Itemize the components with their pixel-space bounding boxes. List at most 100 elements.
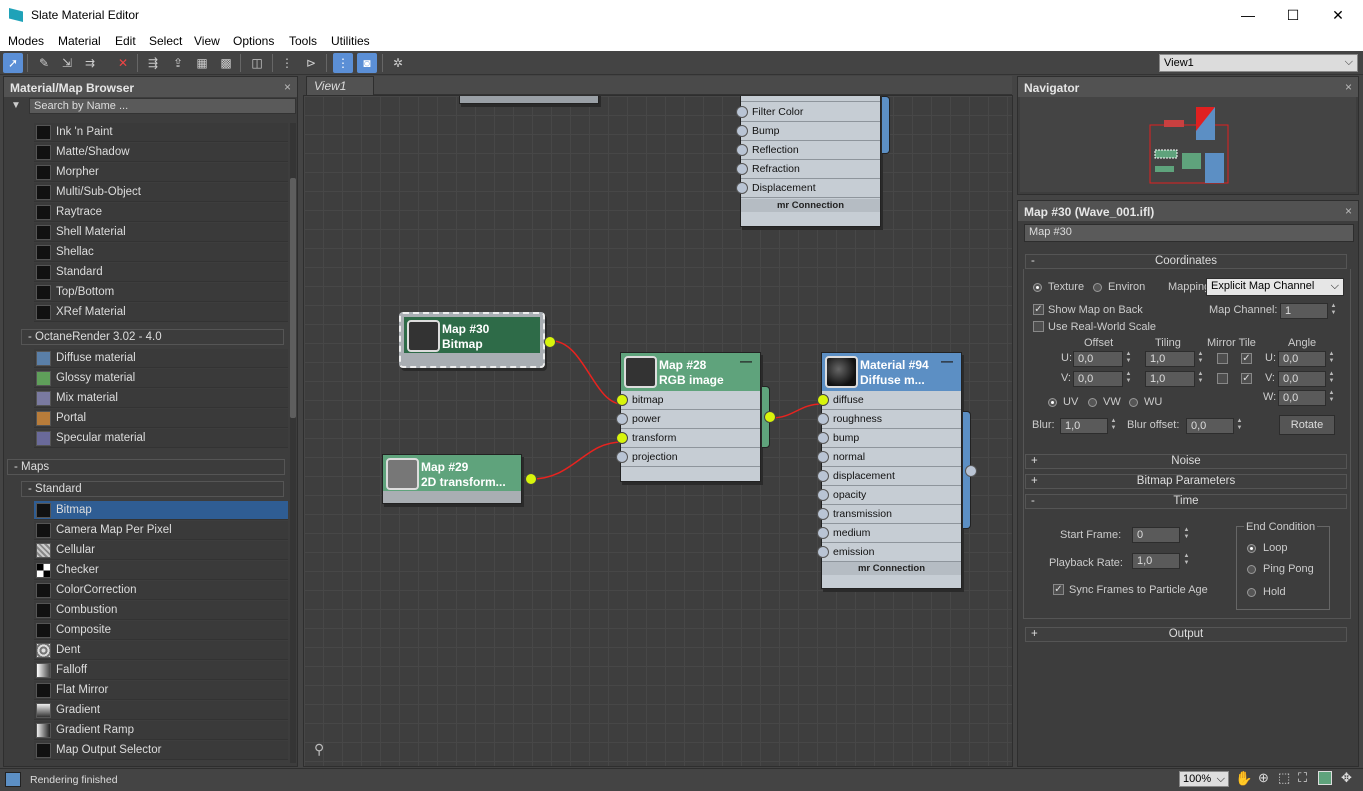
navigator-view[interactable] <box>1020 97 1356 192</box>
render-icon[interactable]: ✲ <box>388 53 408 73</box>
zoom-region-icon[interactable]: ⬚ <box>1278 770 1290 786</box>
list-item[interactable]: Ink 'n Paint <box>34 123 288 142</box>
blur-offset-field[interactable]: 0,0 <box>1186 418 1234 434</box>
list-item[interactable]: Top/Bottom <box>34 283 288 302</box>
node-map30[interactable]: Map #30 Bitmap <box>399 312 556 368</box>
slot-displacement[interactable]: displacement <box>817 467 961 486</box>
group-maps[interactable]: - Maps <box>7 459 285 475</box>
input-pin[interactable] <box>817 432 829 444</box>
spinner-icon[interactable]: ▲ ▼ <box>1182 527 1191 543</box>
list-item[interactable]: Camera Map Per Pixel <box>34 521 288 540</box>
list-item[interactable]: Composite <box>34 621 288 640</box>
menu-tools[interactable]: Tools <box>289 34 317 48</box>
show-map-checkbox[interactable]: ✓ <box>1033 304 1044 315</box>
minimize-node-icon[interactable]: — <box>740 354 752 368</box>
select-by-material-icon[interactable]: ◙ <box>357 53 377 73</box>
options-triangle-icon[interactable]: ▼ <box>11 100 21 111</box>
list-item[interactable]: ColorCorrection <box>34 581 288 600</box>
minimize-button[interactable]: — <box>1238 6 1258 24</box>
hold-radio[interactable] <box>1247 588 1256 597</box>
input-pin[interactable] <box>817 451 829 463</box>
input-pin[interactable] <box>817 546 829 558</box>
environ-radio[interactable] <box>1093 283 1102 292</box>
v-angle-field[interactable]: 0,0 <box>1278 371 1326 387</box>
put-to-scene-icon[interactable]: ⇲ <box>57 53 77 73</box>
slot-transmission[interactable]: transmission <box>817 505 961 524</box>
close-icon[interactable]: × <box>1345 204 1352 218</box>
slot-bitmap[interactable]: bitmap <box>616 391 760 410</box>
layout-vertical-icon[interactable]: ⋮ <box>277 53 297 73</box>
list-item[interactable]: Portal <box>34 409 288 428</box>
list-item[interactable]: Gradient <box>34 701 288 720</box>
spinner-icon[interactable]: ▲ ▼ <box>1327 351 1336 367</box>
u-tile-checkbox[interactable]: ✓ <box>1241 353 1252 364</box>
zoom-icon[interactable]: ⊕ <box>1258 770 1269 786</box>
slot-bump[interactable]: bump <box>817 429 961 448</box>
list-item[interactable]: Standard <box>34 263 288 282</box>
v-tiling-field[interactable]: 1,0 <box>1145 371 1195 387</box>
spinner-icon[interactable]: ▲ ▼ <box>1196 351 1205 367</box>
spinner-icon[interactable]: ▲ ▼ <box>1329 303 1338 319</box>
input-pin[interactable] <box>817 489 829 501</box>
ping-pong-radio[interactable] <box>1247 565 1256 574</box>
output-pin[interactable] <box>525 473 537 485</box>
background-icon[interactable]: ▩ <box>216 53 236 73</box>
spinner-icon[interactable]: ▲ ▼ <box>1124 351 1133 367</box>
partial-node[interactable] <box>459 96 599 104</box>
list-item[interactable]: Morpher <box>34 163 288 182</box>
list-item[interactable]: Shell Material <box>34 223 288 242</box>
slot-reflection[interactable]: Reflection <box>736 141 880 160</box>
list-item[interactable]: Mix material <box>34 389 288 408</box>
slot-medium[interactable]: medium <box>817 524 961 543</box>
slot-displacement[interactable]: Displacement <box>736 179 880 198</box>
slot-refraction[interactable]: Refraction <box>736 160 880 179</box>
spinner-icon[interactable]: ▲ ▼ <box>1327 390 1336 406</box>
menu-material[interactable]: Material <box>58 34 101 48</box>
menu-select[interactable]: Select <box>149 34 182 48</box>
zoom-selected-icon[interactable] <box>1318 771 1332 785</box>
list-item[interactable]: Shellac <box>34 243 288 262</box>
list-item[interactable]: Glossy material <box>34 369 288 388</box>
u-mirror-checkbox[interactable] <box>1217 353 1228 364</box>
show-map-icon[interactable]: ▦ <box>192 53 212 73</box>
list-item[interactable]: Diffuse material <box>34 349 288 368</box>
spinner-icon[interactable]: ▲ ▼ <box>1327 371 1336 387</box>
move-children-icon[interactable]: ⇶ <box>143 53 163 73</box>
slot-normal[interactable]: normal <box>817 448 961 467</box>
rollout-output[interactable]: + Output <box>1025 627 1347 642</box>
close-icon[interactable]: × <box>1345 80 1352 94</box>
save-library-icon[interactable]: ⇪ <box>168 53 188 73</box>
maximize-button[interactable]: ☐ <box>1283 6 1303 24</box>
material94-output-pin[interactable] <box>965 465 977 477</box>
pan-hand-icon[interactable]: ✋ <box>1235 770 1252 787</box>
sync-frames-checkbox[interactable]: ✓ <box>1053 584 1064 595</box>
assign-material-icon[interactable]: ⇉ <box>80 53 100 73</box>
list-item[interactable]: Matte/Shadow <box>34 143 288 162</box>
loop-radio[interactable] <box>1247 544 1256 553</box>
list-item[interactable]: Gradient Ramp <box>34 721 288 740</box>
spinner-icon[interactable]: ▲ ▼ <box>1109 418 1118 434</box>
menu-edit[interactable]: Edit <box>115 34 136 48</box>
wu-radio[interactable] <box>1129 398 1138 407</box>
slot-filter-color[interactable]: Filter Color <box>736 103 880 122</box>
slot-projection[interactable]: projection <box>616 448 760 467</box>
playback-rate-field[interactable]: 1,0 <box>1132 553 1180 569</box>
uv-radio[interactable] <box>1048 398 1057 407</box>
node-material94[interactable]: Material #94 Diffuse m... — diffuse roughn… <box>817 352 962 589</box>
rollout-bitmap-parameters[interactable]: + Bitmap Parameters <box>1025 474 1347 489</box>
real-world-checkbox[interactable] <box>1033 321 1044 332</box>
pick-material-icon[interactable]: ✎ <box>34 53 54 73</box>
list-item[interactable]: Cellular <box>34 541 288 560</box>
input-pin[interactable] <box>817 413 829 425</box>
pan-to-selected-icon[interactable]: ✥ <box>1341 770 1352 786</box>
spinner-icon[interactable]: ▲ ▼ <box>1182 553 1191 569</box>
v-tile-checkbox[interactable]: ✓ <box>1241 373 1252 384</box>
zoom-dropdown[interactable]: 100% ⌵ <box>1179 771 1229 787</box>
list-item[interactable]: Multi/Sub-Object <box>34 183 288 202</box>
map28-output-pin[interactable] <box>764 411 776 423</box>
material-id-icon[interactable]: ◫ <box>247 53 267 73</box>
node-map29[interactable]: Map #29 2D transform... <box>382 454 537 504</box>
close-icon[interactable]: × <box>284 80 291 94</box>
menu-modes[interactable]: Modes <box>8 34 44 48</box>
group-standard[interactable]: - Standard <box>21 481 284 497</box>
